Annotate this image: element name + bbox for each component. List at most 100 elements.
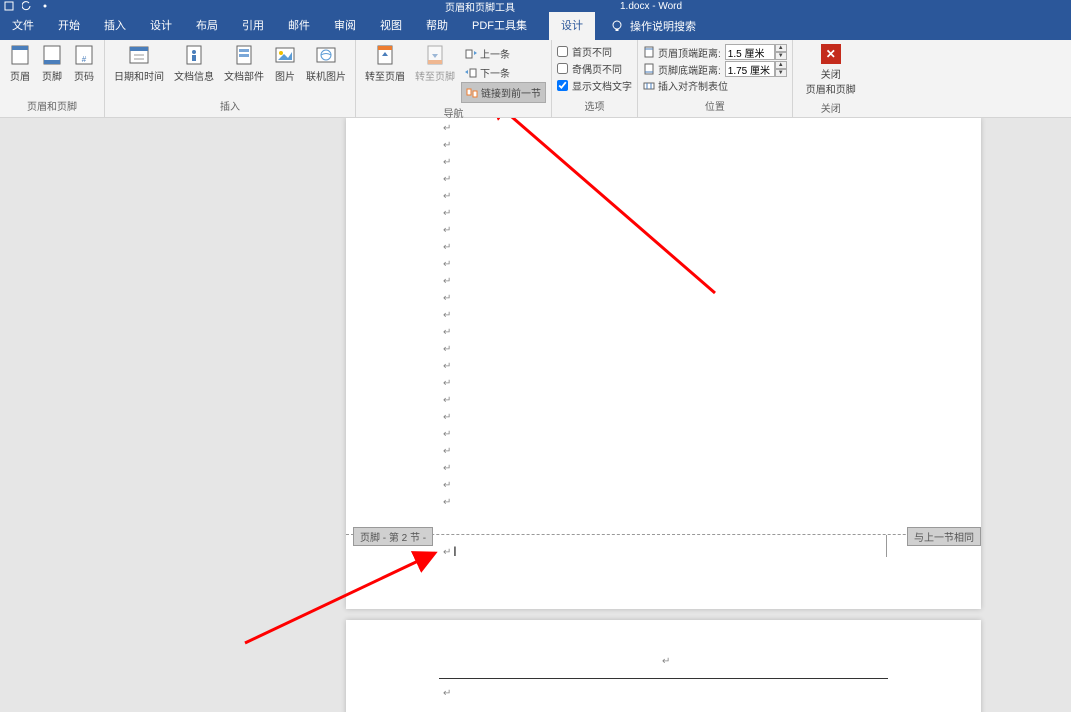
paragraph-mark: ↵: [443, 225, 451, 236]
paragraph-mark: ↵: [443, 310, 451, 321]
date-time-button[interactable]: 日期和时间: [110, 42, 168, 85]
online-picture-icon: [315, 44, 337, 66]
next-button[interactable]: 下一条: [461, 63, 546, 82]
group-label: 页眉和页脚: [5, 96, 99, 115]
diff-odd-even-checkbox[interactable]: 奇偶页不同: [557, 61, 632, 76]
group-navigation: 转至页眉 转至页脚 上一条 下一条: [356, 40, 552, 117]
document-page-2[interactable]: ↵ ↵ 页眉 - 第 2 节 -: [346, 620, 981, 712]
tab-insert[interactable]: 插入: [92, 12, 138, 40]
paragraph-mark: ↵: [443, 361, 451, 372]
tell-me-search[interactable]: 操作说明搜索: [610, 18, 696, 34]
footer-section-label: 页脚 - 第 2 节 -: [353, 527, 433, 546]
paragraph-mark: ↵: [443, 547, 451, 558]
redo-icon[interactable]: [40, 1, 50, 11]
previous-button[interactable]: 上一条: [461, 44, 546, 63]
paragraph-mark: ↵: [443, 395, 451, 406]
document-page-1[interactable]: ↵ ↵ ↵ ↵ ↵ ↵ ↵ ↵ ↵ ↵ ↵ ↵ ↵ ↵ ↵ ↵ ↵ ↵ ↵ ↵ …: [346, 118, 981, 609]
group-insert: 日期和时间 文档信息 文档部件 图片 联机图片 插入: [105, 40, 356, 117]
paragraph-mark: ↵: [443, 123, 451, 134]
document-title: 1.docx - Word: [620, 1, 682, 12]
paragraph-mark: ↵: [662, 656, 670, 667]
paragraph-mark: ↵: [443, 344, 451, 355]
paragraph-mark: ↵: [443, 293, 451, 304]
previous-icon: [465, 48, 477, 60]
tab-design[interactable]: 设计: [138, 12, 184, 40]
goto-footer-icon: [424, 44, 446, 66]
paragraph-mark: ↵: [443, 174, 451, 185]
group-label: 关闭: [798, 98, 864, 117]
undo-icon[interactable]: [22, 1, 32, 11]
header-distance-input[interactable]: [725, 44, 775, 60]
diff-first-page-checkbox[interactable]: 首页不同: [557, 44, 632, 59]
save-icon[interactable]: [4, 1, 14, 11]
svg-text:#: #: [82, 55, 87, 64]
tab-mailings[interactable]: 邮件: [276, 12, 322, 40]
ribbon-tabs: 文件 开始 插入 设计 布局 引用 邮件 审阅 视图 帮助 PDF工具集 设计 …: [0, 12, 1071, 40]
link-to-previous-button[interactable]: 链接到前一节: [461, 82, 546, 103]
close-icon: ✕: [821, 44, 841, 64]
footer-icon: [41, 44, 63, 66]
footer-from-bottom-row: 页脚底端距离: ▲ ▼: [643, 61, 787, 77]
paragraph-mark: ↵: [443, 191, 451, 202]
paragraph-mark: ↵: [443, 208, 451, 219]
link-icon: [466, 87, 478, 99]
tab-layout[interactable]: 布局: [184, 12, 230, 40]
doc-parts-button[interactable]: 文档部件: [220, 42, 268, 85]
tab-help[interactable]: 帮助: [414, 12, 460, 40]
document-canvas[interactable]: ↵ ↵ ↵ ↵ ↵ ↵ ↵ ↵ ↵ ↵ ↵ ↵ ↵ ↵ ↵ ↵ ↵ ↵ ↵ ↵ …: [0, 118, 1071, 712]
footer-region[interactable]: 页脚 - 第 2 节 - 与上一节相同 ↵ I: [346, 534, 981, 609]
pictures-button[interactable]: 图片: [270, 42, 300, 85]
doc-info-icon: [183, 44, 205, 66]
goto-header-icon: [374, 44, 396, 66]
show-doc-text-checkbox[interactable]: 显示文档文字: [557, 78, 632, 93]
paragraph-mark: ↵: [443, 378, 451, 389]
ribbon: 页眉 页脚 # 页码 页眉和页脚 日期和时间 文档信息: [0, 40, 1071, 118]
group-header-footer: 页眉 页脚 # 页码 页眉和页脚: [0, 40, 105, 117]
paragraph-mark: ↵: [443, 412, 451, 423]
group-label: 插入: [110, 96, 350, 115]
tab-design-context[interactable]: 设计: [549, 12, 595, 40]
close-header-footer-button[interactable]: ✕ 关闭 页眉和页脚: [798, 42, 864, 98]
header-from-top-row: 页眉顶端距离: ▲ ▼: [643, 44, 787, 60]
paragraph-mark: ↵: [443, 688, 451, 699]
paragraph-mark: ↵: [443, 157, 451, 168]
tab-home[interactable]: 开始: [46, 12, 92, 40]
footer-distance-icon: [643, 63, 655, 75]
checkbox-input[interactable]: [557, 63, 568, 74]
checkbox-input[interactable]: [557, 46, 568, 57]
tab-references[interactable]: 引用: [230, 12, 276, 40]
title-bar: 页眉和页脚工具 1.docx - Word: [0, 0, 1071, 12]
tab-view[interactable]: 视图: [368, 12, 414, 40]
insert-align-tab-button[interactable]: 插入对齐制表位: [643, 78, 787, 93]
header-distance-icon: [643, 46, 655, 58]
doc-info-button[interactable]: 文档信息: [170, 42, 218, 85]
paragraph-mark: ↵: [443, 327, 451, 338]
group-label: 选项: [557, 96, 632, 115]
footer-button[interactable]: 页脚: [37, 42, 67, 85]
paragraph-mark: ↵: [443, 463, 451, 474]
spinner-up[interactable]: ▲: [775, 44, 787, 52]
tab-file[interactable]: 文件: [0, 12, 46, 40]
spinner-down[interactable]: ▼: [775, 52, 787, 60]
goto-footer-button[interactable]: 转至页脚: [411, 42, 459, 85]
paragraph-mark: ↵: [443, 497, 451, 508]
tab-review[interactable]: 审阅: [322, 12, 368, 40]
page-number-button[interactable]: # 页码: [69, 42, 99, 85]
group-position: 页眉顶端距离: ▲ ▼ 页脚底端距离: ▲ ▼ 插入对齐制表位: [638, 40, 793, 117]
checkbox-input[interactable]: [557, 80, 568, 91]
paragraph-mark: ↵: [443, 446, 451, 457]
footer-distance-input[interactable]: [725, 61, 775, 77]
header-region[interactable]: [439, 678, 888, 679]
group-close: ✕ 关闭 页眉和页脚 关闭: [793, 40, 869, 117]
next-icon: [465, 67, 477, 79]
spinner-up[interactable]: ▲: [775, 61, 787, 69]
goto-header-button[interactable]: 转至页眉: [361, 42, 409, 85]
spinner-down[interactable]: ▼: [775, 69, 787, 77]
header-button[interactable]: 页眉: [5, 42, 35, 85]
doc-parts-icon: [233, 44, 255, 66]
context-tab-title: 页眉和页脚工具: [445, 0, 515, 14]
text-cursor: I: [453, 543, 457, 559]
online-pictures-button[interactable]: 联机图片: [302, 42, 350, 85]
same-as-previous-label: 与上一节相同: [907, 527, 981, 546]
tab-pdf[interactable]: PDF工具集: [460, 12, 539, 40]
